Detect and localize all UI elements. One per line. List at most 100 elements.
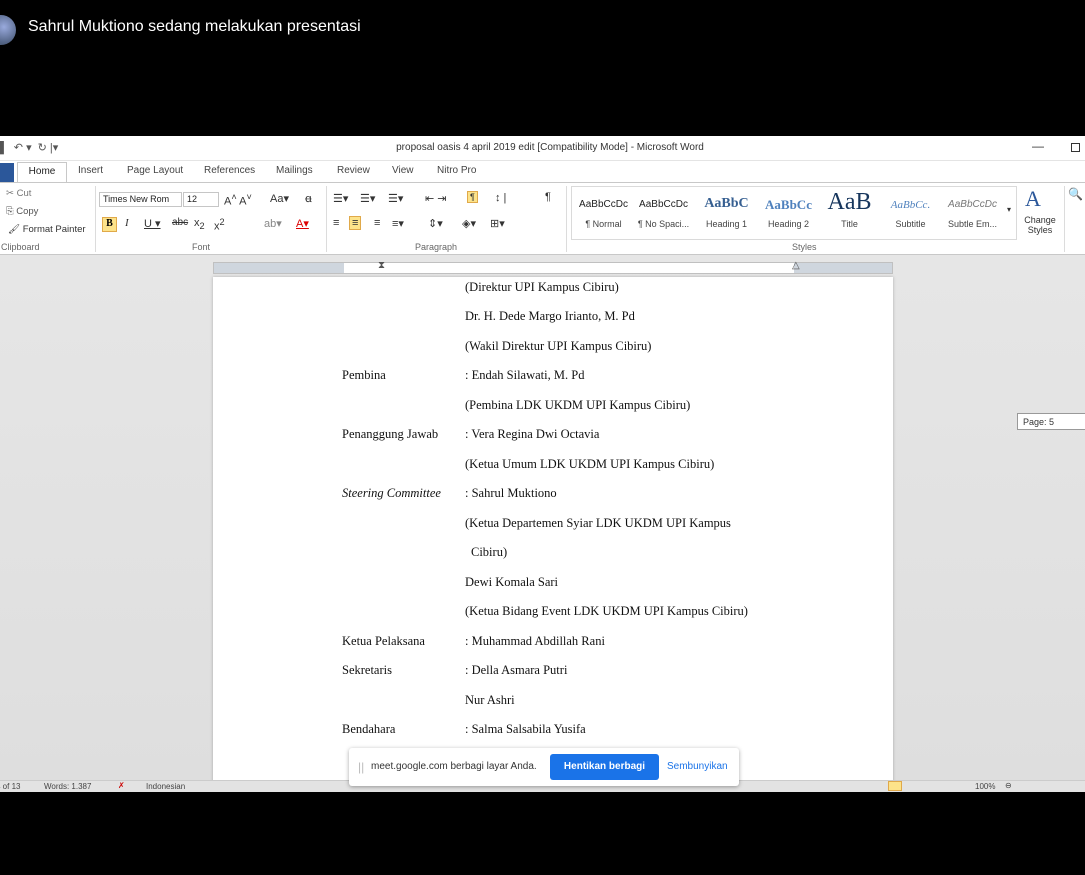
document-line: (Ketua Departemen Syiar LDK UKDM UPI Kam… [465,516,731,530]
tab-mailings[interactable]: Mailings [276,165,313,176]
page-tooltip: Page: 5 [1017,413,1085,430]
style-label: Subtle Em... [947,219,998,229]
style-preview: AaBbCc. [890,199,931,211]
style-heading-1[interactable]: AaBbC Heading 1 [696,189,757,241]
copy-button[interactable]: ⎘ Copy [6,206,38,217]
styles-more-icon[interactable]: ▾ [1007,205,1011,214]
scissors-icon: ✂ [6,188,17,199]
change-styles-button[interactable]: Change Styles [1021,215,1059,235]
document-page[interactable]: (Direktur UPI Kampus Cibiru) Dr. H. Dede… [213,277,893,792]
tab-nitro-pro[interactable]: Nitro Pro [437,165,476,176]
drag-handle-icon[interactable]: || [358,760,364,774]
shading-icon[interactable]: ◈▾ [462,217,476,230]
center-align-icon[interactable]: ≡ [349,216,362,230]
align-left-icon[interactable]: ≡ [333,217,339,229]
style-preview: AaB [827,189,872,215]
superscript-button[interactable]: x2 [214,217,225,233]
paragraph-group-label: Paragraph [415,242,458,252]
indent-marker-icon[interactable]: ⧗ [378,260,385,271]
meet-bottom-bar [0,792,1085,875]
zoom-out-icon[interactable]: ⊖ [1005,781,1012,790]
style-subtle-emphasis[interactable]: AaBbCcDc Subtle Em... [942,189,1003,241]
document-line: : Vera Regina Dwi Octavia [465,427,600,441]
ruler-margin-right [794,263,892,273]
cut-button[interactable]: ✂ Cut [6,188,31,199]
print-layout-icon[interactable] [888,781,902,791]
tab-page-layout[interactable]: Page Layout [127,165,183,176]
style-preview: AaBbC [704,196,749,211]
numbering-icon[interactable]: ☰▾ [360,192,375,205]
divider [566,186,567,252]
italic-button[interactable]: I [125,217,129,229]
underline-button[interactable]: U ▾ [144,217,161,230]
show-formatting-icon[interactable]: ¶ [545,191,551,203]
nitro-icon[interactable]: ¶ [467,191,478,203]
style-title[interactable]: AaB Title [819,189,880,241]
bullets-icon[interactable]: ☰▾ [333,192,348,205]
stop-sharing-button[interactable]: Hentikan berbagi [550,754,659,780]
highlight-icon[interactable]: ab▾ [264,217,282,230]
zoom-level[interactable]: 100% [975,782,995,791]
right-indent-marker-icon[interactable]: △ [792,260,800,271]
style-subtitle[interactable]: AaBbCc. Subtitle [880,189,941,241]
change-styles-icon[interactable]: A [1025,186,1041,212]
multilevel-list-icon[interactable]: ☰▾ [388,192,403,205]
style-label: Subtitle [895,219,926,229]
grow-font-icon[interactable]: A˄ A˅ [224,192,252,208]
screen-share-notice: || meet.google.com berbagi layar Anda. H… [349,748,739,786]
font-color-icon[interactable]: A▾ [296,217,309,230]
bold-button[interactable]: B [102,217,117,232]
style-heading-2[interactable]: AaBbCc Heading 2 [758,189,819,241]
tab-insert[interactable]: Insert [78,165,103,176]
style-preview: AaBbCcDc [639,199,688,210]
decrease-indent-icon[interactable]: ⇤ ⇥ [425,192,447,205]
document-canvas: (Direktur UPI Kampus Cibiru) Dr. H. Dede… [0,255,1085,792]
ribbon-tabs: Home Insert Page Layout References Maili… [0,161,1085,183]
tab-home[interactable]: Home [17,162,67,183]
document-line: Cibiru) [471,545,508,559]
format-painter-button[interactable]: 🖌 Format Painter [8,224,86,235]
style-normal[interactable]: AaBbCcDc ¶ Normal [573,189,634,241]
status-language[interactable]: Indonesian [146,782,185,791]
document-line: : Della Asmara Putri [465,663,568,677]
sort-icon[interactable]: ↕ | [495,192,506,204]
status-page[interactable]: 4 of 13 [0,782,20,791]
clear-formatting-icon[interactable]: ꬰ [305,191,312,206]
style-label: Heading 1 [705,219,748,229]
document-line: (Ketua Bidang Event LDK UKDM UPI Kampus … [465,604,748,618]
file-tab[interactable] [0,163,14,182]
hide-button[interactable]: Sembunyikan [667,761,728,772]
line-spacing-icon[interactable]: ⇕▾ [428,217,443,230]
share-message: meet.google.com berbagi layar Anda. [371,761,537,772]
style-label: Heading 2 [767,219,810,229]
presenter-status: Sahrul Muktiono sedang melakukan present… [28,18,361,35]
document-line: (Pembina LDK UKDM UPI Kampus Cibiru) [465,398,691,412]
meet-top-bar: Sahrul Muktiono sedang melakukan present… [0,0,1085,136]
tab-review[interactable]: Review [337,165,370,176]
document-line: Nur Ashri [465,693,515,707]
maximize-button[interactable] [1071,143,1080,152]
find-icon[interactable]: 🔍 [1068,187,1083,201]
justify-icon[interactable]: ≡▾ [392,217,404,230]
tab-references[interactable]: References [204,165,255,176]
align-right-icon[interactable]: ≡ [374,217,380,229]
field-label: Ketua Pelaksana [342,634,425,648]
strikethrough-button[interactable]: abc [172,217,188,228]
tab-view[interactable]: View [392,165,414,176]
clipboard-group-label: Clipboard [1,242,40,252]
proofing-icon[interactable]: ✗ [118,781,125,790]
style-no-spacing[interactable]: AaBbCcDc ¶ No Spaci... [633,189,694,241]
change-case-icon[interactable]: Aa▾ [270,192,289,205]
window-title: proposal oasis 4 april 2019 edit [Compat… [396,142,704,153]
status-words[interactable]: Words: 1.387 [44,782,91,791]
font-size-select[interactable]: 12 [183,192,219,207]
subscript-button[interactable]: x2 [194,217,205,231]
font-name-select[interactable]: Times New Rom [99,192,182,207]
styles-group-label: Styles [792,242,817,252]
minimize-button[interactable]: — [1032,139,1044,153]
style-label: Title [841,219,858,229]
horizontal-ruler[interactable]: ⧗ △ [213,260,893,274]
borders-icon[interactable]: ⊞▾ [490,217,505,230]
style-preview: AaBbCcDc [948,199,997,210]
document-line: Dr. H. Dede Margo Irianto, M. Pd [465,309,635,323]
